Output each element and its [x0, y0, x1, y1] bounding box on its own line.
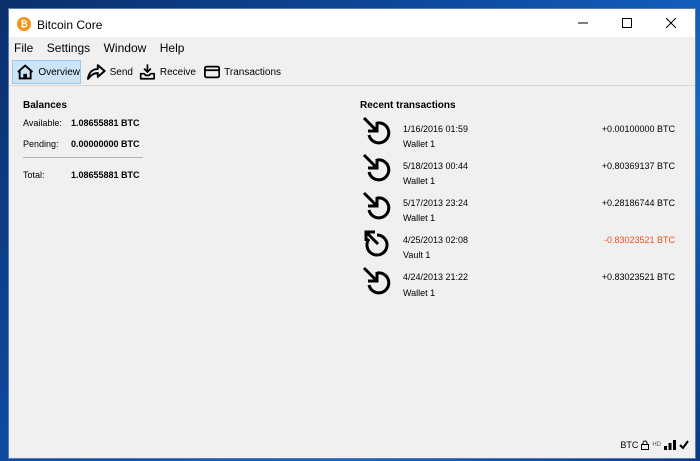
unit-selector[interactable]: BTC	[620, 440, 638, 450]
incoming-transaction-icon	[362, 153, 391, 182]
recent-transactions-title: Recent transactions	[360, 100, 456, 111]
tab-transactions[interactable]: Transactions	[201, 60, 281, 84]
menu-window[interactable]: Window	[104, 39, 147, 57]
close-icon	[666, 18, 676, 28]
available-label: Available:	[23, 118, 62, 128]
transaction-date: 4/24/2013 21:22	[403, 272, 469, 282]
toolbar: Overview Send Receive Transactions	[9, 59, 695, 86]
transaction-date: 4/25/2013 02:08	[403, 235, 469, 245]
transaction-amount: +0.00100000 BTC	[601, 124, 675, 134]
pending-label: Pending:	[23, 139, 59, 149]
transaction-amount-negative: -0.83023521 BTC	[603, 235, 675, 245]
menu-settings[interactable]: Settings	[47, 39, 90, 57]
transaction-label: Wallet 1	[403, 213, 436, 223]
receive-inbox-icon	[139, 64, 156, 80]
maximize-icon	[622, 18, 632, 28]
transaction-label: Vault 1	[403, 250, 431, 260]
bitcoin-core-window: ₿ Bitcoin Core File Settings Window Help…	[8, 8, 696, 459]
tab-transactions-label: Transactions	[224, 66, 281, 78]
transaction-date: 1/16/2016 01:59	[403, 124, 469, 134]
menu-file[interactable]: File	[14, 39, 33, 57]
balances-divider	[23, 157, 143, 158]
total-label: Total:	[23, 170, 45, 180]
transaction-label: Wallet 1	[403, 288, 436, 298]
minimize-button[interactable]	[561, 9, 605, 37]
incoming-transaction-icon	[362, 191, 391, 220]
close-button[interactable]	[649, 9, 693, 37]
synced-checkmark-icon	[679, 440, 689, 450]
menu-help[interactable]: Help	[160, 39, 185, 57]
tab-receive[interactable]: Receive	[136, 60, 196, 84]
tab-send-label: Send	[109, 66, 133, 78]
send-arrow-icon	[86, 64, 106, 80]
transaction-date: 5/18/2013 00:44	[403, 161, 469, 171]
transaction-amount: +0.28186744 BTC	[601, 198, 675, 208]
status-bar: BTC HD	[620, 438, 689, 452]
bitcoin-icon: ₿	[17, 17, 31, 31]
pending-value: 0.00000000 BTC	[71, 139, 140, 149]
transaction-label: Wallet 1	[403, 176, 436, 186]
tab-overview-label: Overview	[38, 66, 80, 78]
incoming-transaction-icon	[362, 116, 391, 145]
credit-card-icon	[204, 65, 221, 79]
available-value: 1.08655881 BTC	[71, 118, 140, 128]
tab-receive-label: Receive	[159, 66, 196, 78]
tab-send[interactable]: Send	[83, 60, 133, 84]
total-value: 1.08655881 BTC	[71, 170, 140, 180]
incoming-transaction-icon	[362, 266, 391, 295]
transaction-amount: +0.80369137 BTC	[601, 161, 675, 171]
network-icon[interactable]	[664, 440, 676, 450]
transaction-label: Wallet 1	[403, 139, 436, 149]
window-title: Bitcoin Core	[37, 18, 103, 32]
balances-title: Balances	[23, 100, 67, 111]
transaction-date: 5/17/2013 23:24	[403, 198, 469, 208]
hd-icon: HD	[652, 442, 661, 448]
maximize-button[interactable]	[605, 9, 649, 37]
lock-icon	[641, 440, 650, 450]
transaction-amount: +0.83023521 BTC	[601, 272, 675, 282]
outgoing-transaction-icon	[364, 230, 389, 257]
tab-overview[interactable]: Overview	[12, 60, 81, 84]
home-icon	[17, 64, 34, 80]
minimize-icon	[578, 22, 588, 24]
menu-bar: File Settings Window Help	[9, 39, 695, 57]
title-bar[interactable]: ₿ Bitcoin Core	[9, 9, 695, 37]
